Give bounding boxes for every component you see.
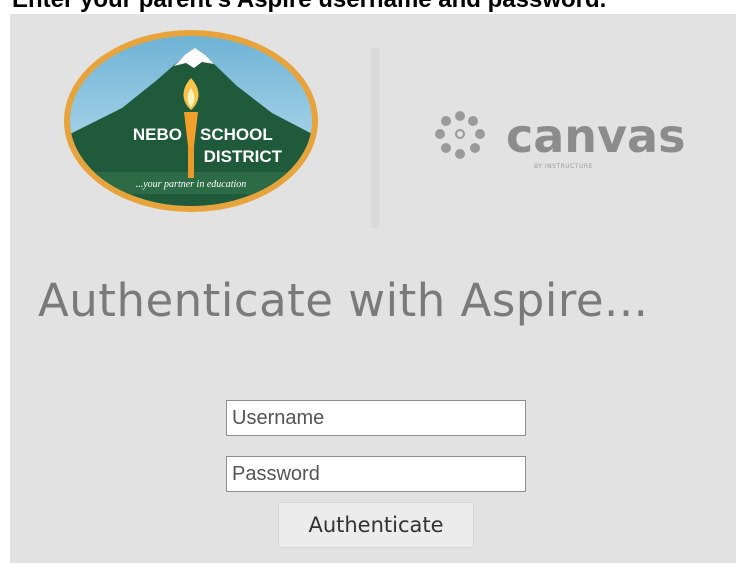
school-word: SCHOOL [200,125,273,144]
logo-divider [368,48,382,228]
district-word: DISTRICT [204,147,283,166]
canvas-byline: BY INSTRUCTURE [534,163,593,170]
page-title: Authenticate with Aspire... [38,274,649,327]
canvas-logo: canvas BY INSTRUCTURE [435,109,685,170]
canvas-wordmark: canvas [506,109,685,163]
canvas-dots-icon [435,111,485,159]
username-input[interactable] [226,400,526,436]
nebo-school-district-logo: NEBO SCHOOL DISTRICT ...your partner in … [64,30,318,212]
login-panel: NEBO SCHOOL DISTRICT ...your partner in … [10,14,736,563]
top-instruction-text: Enter your parent's Aspire username and … [12,0,606,14]
nebo-tagline: ...your partner in education [136,179,247,190]
top-instruction-strip: Enter your parent's Aspire username and … [0,0,736,14]
password-input[interactable] [226,456,526,492]
authenticate-button[interactable]: Authenticate [278,502,474,548]
nebo-word: NEBO [133,125,182,144]
login-form: Authenticate [226,400,526,560]
